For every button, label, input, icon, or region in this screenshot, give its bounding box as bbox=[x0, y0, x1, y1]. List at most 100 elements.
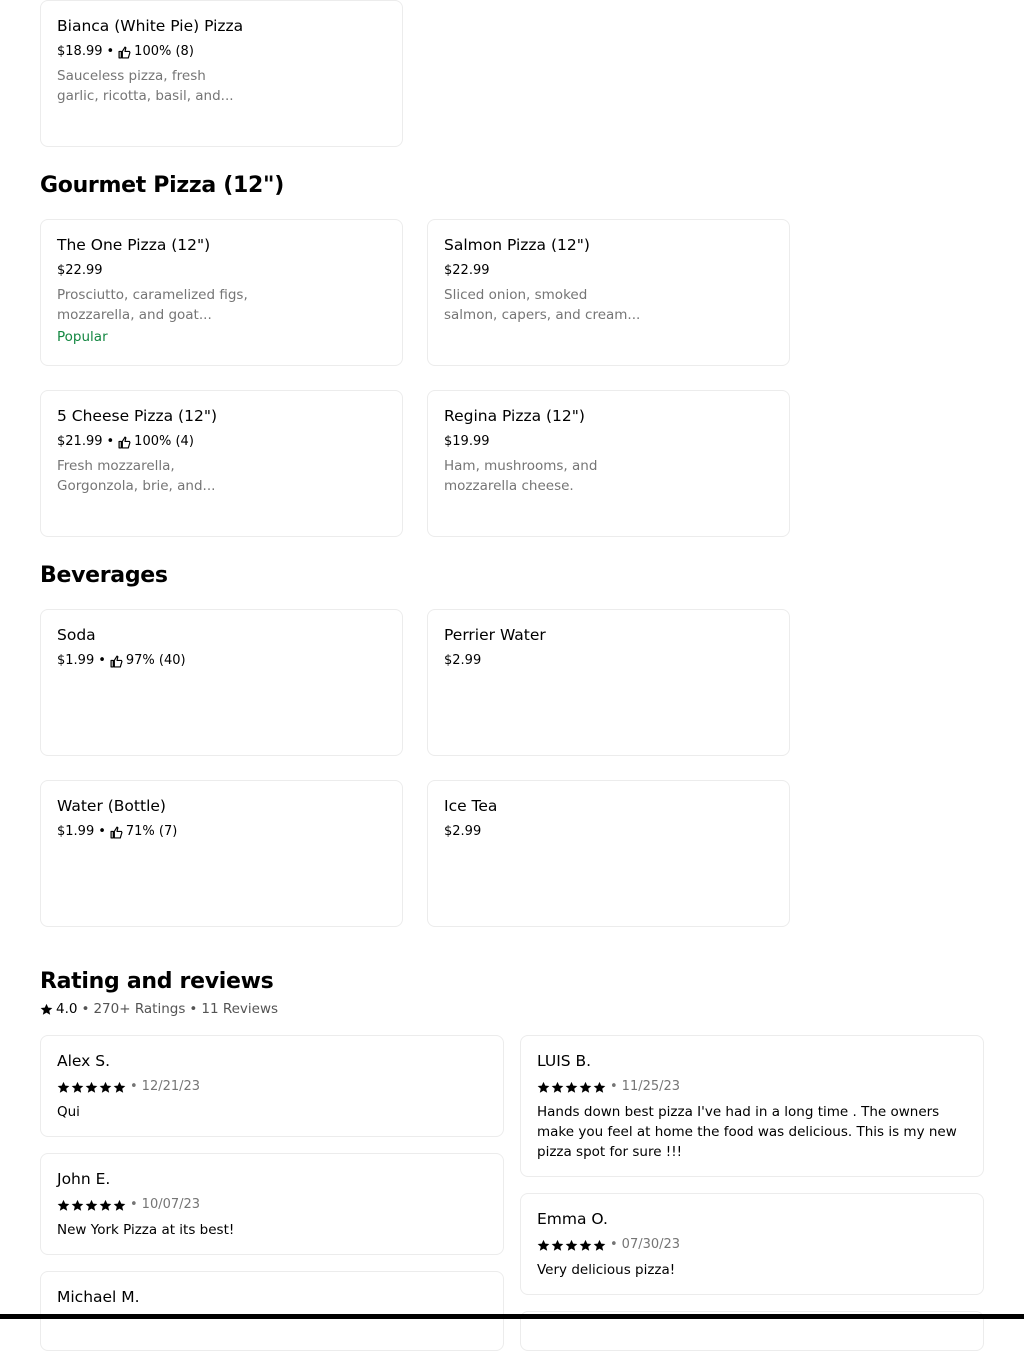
item-meta: $21.99 • 100% (4) bbox=[57, 434, 194, 449]
item-name: Perrier Water bbox=[444, 626, 546, 644]
star-icon bbox=[113, 1199, 126, 1211]
reviewer-name: LUIS B. bbox=[537, 1052, 592, 1070]
item-name: Regina Pizza (12") bbox=[444, 407, 585, 425]
star-icon bbox=[99, 1199, 112, 1211]
menu-item-card[interactable]: Regina Pizza (12") $19.99 Ham, mushrooms… bbox=[427, 390, 790, 537]
star-icon bbox=[551, 1239, 564, 1251]
item-price: $22.99 bbox=[444, 263, 490, 278]
star-icon bbox=[85, 1081, 98, 1093]
item-price: $2.99 bbox=[444, 653, 482, 668]
menu-item-card[interactable]: Ice Tea $2.99 bbox=[427, 780, 790, 927]
review-card[interactable]: Michael M. bbox=[40, 1271, 504, 1351]
review-card[interactable]: Emma O. • 07/30/23 Very delicious pizza! bbox=[520, 1193, 984, 1295]
popular-badge: Popular bbox=[57, 329, 108, 345]
item-name: Ice Tea bbox=[444, 797, 498, 815]
thumbs-up-icon bbox=[110, 654, 123, 668]
rating-score: 4.0 bbox=[56, 1001, 78, 1017]
menu-item-card[interactable]: Water (Bottle) $1.99 • 71% (7) bbox=[40, 780, 403, 927]
item-price: $22.99 bbox=[57, 263, 103, 278]
star-icon bbox=[593, 1081, 606, 1093]
ratings-count: 270+ Ratings bbox=[93, 1001, 186, 1017]
review-meta: • 12/21/23 bbox=[57, 1078, 487, 1096]
star-icon bbox=[71, 1199, 84, 1211]
star-icon bbox=[565, 1081, 578, 1093]
menu-item-card[interactable]: The One Pizza (12") $22.99 Prosciutto, c… bbox=[40, 219, 403, 366]
review-text: Hands down best pizza I've had in a long… bbox=[537, 1104, 957, 1160]
menu-item-card[interactable]: 5 Cheese Pizza (12") $21.99 • 100% (4) Fre… bbox=[40, 390, 403, 537]
review-text: Very delicious pizza! bbox=[537, 1262, 676, 1278]
review-card[interactable]: Alex S. • 12/21/23 Qui bbox=[40, 1035, 504, 1137]
star-icon bbox=[57, 1199, 70, 1211]
star-icon bbox=[565, 1239, 578, 1251]
item-description: Sliced onion, smoked salmon, capers, and … bbox=[444, 287, 641, 323]
menu-item-card[interactable]: Salmon Pizza (12") $22.99 Sliced onion, … bbox=[427, 219, 790, 366]
item-meta: $22.99 bbox=[444, 262, 773, 280]
star-rating bbox=[537, 1081, 606, 1094]
review-text: Qui bbox=[57, 1104, 80, 1120]
star-icon bbox=[593, 1239, 606, 1251]
item-description: Sauceless pizza, fresh garlic, ricotta, b… bbox=[57, 68, 234, 104]
item-meta: $18.99 • 100% (8) bbox=[57, 44, 194, 59]
star-icon bbox=[71, 1081, 84, 1093]
item-rating: 97% (40) bbox=[125, 653, 186, 668]
review-date: 12/21/23 bbox=[141, 1079, 201, 1094]
star-icon bbox=[113, 1081, 126, 1093]
thumbs-up-icon bbox=[110, 825, 123, 839]
section-title-reviews: Rating and reviews bbox=[40, 969, 274, 994]
review-date: 10/07/23 bbox=[141, 1197, 201, 1212]
item-rating: 100% (8) bbox=[134, 44, 194, 59]
menu-item-card[interactable]: Perrier Water $2.99 bbox=[427, 609, 790, 756]
item-meta: $2.99 bbox=[444, 652, 773, 670]
item-name: Salmon Pizza (12") bbox=[444, 236, 590, 254]
reviewer-name: Emma O. bbox=[537, 1210, 608, 1228]
thumbs-up-icon bbox=[118, 45, 131, 59]
star-rating bbox=[537, 1239, 606, 1252]
star-icon bbox=[537, 1081, 550, 1093]
rating-summary: 4.0 • 270+ Ratings • 11 Reviews bbox=[40, 999, 278, 1019]
menu-item-card[interactable]: Bianca (White Pie) Pizza $18.99 • 100% (8)… bbox=[40, 0, 403, 147]
reviews-count: 11 Reviews bbox=[201, 1001, 279, 1017]
item-meta: $2.99 bbox=[444, 823, 773, 841]
review-date: 07/30/23 bbox=[621, 1237, 681, 1252]
star-rating bbox=[57, 1199, 126, 1212]
star-rating bbox=[57, 1081, 126, 1094]
item-meta: $19.99 bbox=[444, 433, 773, 451]
review-meta: • 10/07/23 bbox=[57, 1196, 487, 1214]
menu-item-card[interactable]: Soda $1.99 • 97% (40) bbox=[40, 609, 403, 756]
review-date: 11/25/23 bbox=[621, 1079, 681, 1094]
item-name: The One Pizza (12") bbox=[57, 236, 211, 254]
review-text: New York Pizza at its best! bbox=[57, 1222, 235, 1238]
section-title-beverages: Beverages bbox=[40, 563, 168, 588]
star-icon bbox=[99, 1081, 112, 1093]
thumbs-up-icon bbox=[118, 435, 131, 449]
item-rating: 71% (7) bbox=[125, 824, 178, 839]
section-title-gourmet: Gourmet Pizza (12") bbox=[40, 173, 284, 198]
reviewer-name: John E. bbox=[57, 1170, 111, 1188]
star-icon bbox=[85, 1199, 98, 1211]
star-icon bbox=[579, 1081, 592, 1093]
item-meta: $22.99 bbox=[57, 262, 386, 280]
review-meta: • 07/30/23 bbox=[537, 1236, 967, 1254]
item-price: $1.99 bbox=[57, 653, 95, 668]
item-meta: $1.99 • 71% (7) bbox=[57, 824, 178, 839]
star-icon bbox=[537, 1239, 550, 1251]
item-rating: 100% (4) bbox=[134, 434, 194, 449]
item-name: Bianca (White Pie) Pizza bbox=[57, 17, 244, 35]
item-price: $1.99 bbox=[57, 824, 95, 839]
item-price: $21.99 bbox=[57, 434, 103, 449]
reviewer-name: Michael M. bbox=[57, 1288, 140, 1306]
item-name: Soda bbox=[57, 626, 96, 644]
star-icon bbox=[40, 1003, 53, 1015]
item-price: $19.99 bbox=[444, 434, 490, 449]
item-price: $18.99 bbox=[57, 44, 103, 59]
review-card[interactable]: John E. • 10/07/23 New York Pizza at its … bbox=[40, 1153, 504, 1255]
item-meta: $1.99 • 97% (40) bbox=[57, 653, 186, 668]
item-name: 5 Cheese Pizza (12") bbox=[57, 407, 218, 425]
review-card[interactable]: LUIS B. • 11/25/23 Hands down best pizza … bbox=[520, 1035, 984, 1177]
bottom-bar bbox=[0, 1314, 1024, 1319]
item-price: $2.99 bbox=[444, 824, 482, 839]
reviewer-name: Alex S. bbox=[57, 1052, 111, 1070]
star-icon bbox=[579, 1239, 592, 1251]
item-description: Ham, mushrooms, and mozzarella cheese. bbox=[444, 458, 598, 494]
star-icon bbox=[551, 1081, 564, 1093]
